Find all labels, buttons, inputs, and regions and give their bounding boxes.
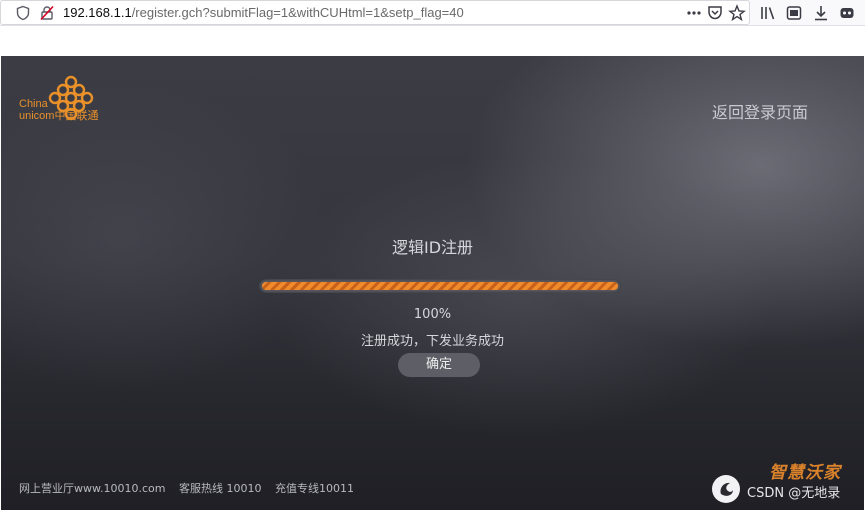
- pocket-icon[interactable]: [706, 4, 724, 22]
- reader-view-icon[interactable]: [785, 4, 803, 22]
- footer-website: 网上营业厅www.10010.com: [19, 482, 166, 495]
- address-bar[interactable]: 192.168.1.1/register.gch?submitFlag=1&wi…: [0, 0, 750, 25]
- page-title: 逻辑ID注册: [391, 238, 474, 257]
- insecure-lock-icon[interactable]: [39, 5, 55, 21]
- progress-bar-fill: [262, 282, 618, 290]
- shield-icon[interactable]: [15, 5, 31, 21]
- page-top-margin: [0, 26, 865, 56]
- footer-recharge: 充值专线10011: [274, 482, 354, 495]
- progress-bar: [259, 279, 621, 293]
- url-text[interactable]: 192.168.1.1/register.gch?submitFlag=1&wi…: [63, 5, 464, 21]
- extension-icon[interactable]: [838, 4, 856, 22]
- registration-page: China unicom中国联通 返回登录页面 逻辑ID注册 100% 注册成功…: [1, 56, 864, 510]
- url-path: /register.gch?submitFlag=1&withCUHtml=1&…: [131, 5, 464, 20]
- footer: 网上营业厅www.10010.com 客服热线 10010 充值专线10011: [19, 480, 364, 496]
- more-actions-icon[interactable]: [685, 4, 703, 22]
- logo-line-1: China: [19, 98, 48, 110]
- progress-percent: 100%: [413, 307, 452, 322]
- status-message: 注册成功，下发业务成功: [360, 334, 504, 349]
- csdn-logo-icon: [712, 475, 740, 503]
- url-host: 192.168.1.1: [63, 5, 132, 20]
- logo-text: China unicom中国联通: [19, 98, 98, 122]
- download-icon[interactable]: [812, 4, 830, 22]
- watermark-text: CSDN @无地录: [747, 486, 841, 501]
- back-to-login-link[interactable]: 返回登录页面: [712, 99, 808, 123]
- bookmark-star-icon[interactable]: [728, 4, 746, 22]
- ok-button[interactable]: 确定: [398, 353, 480, 377]
- footer-hotline: 客服热线 10010: [178, 482, 262, 495]
- logo-line-2: unicom中国联通: [19, 110, 99, 122]
- smart-home-brand: 智慧沃家: [769, 463, 841, 483]
- browser-toolbar: 192.168.1.1/register.gch?submitFlag=1&wi…: [0, 0, 865, 26]
- library-icon[interactable]: [759, 4, 777, 22]
